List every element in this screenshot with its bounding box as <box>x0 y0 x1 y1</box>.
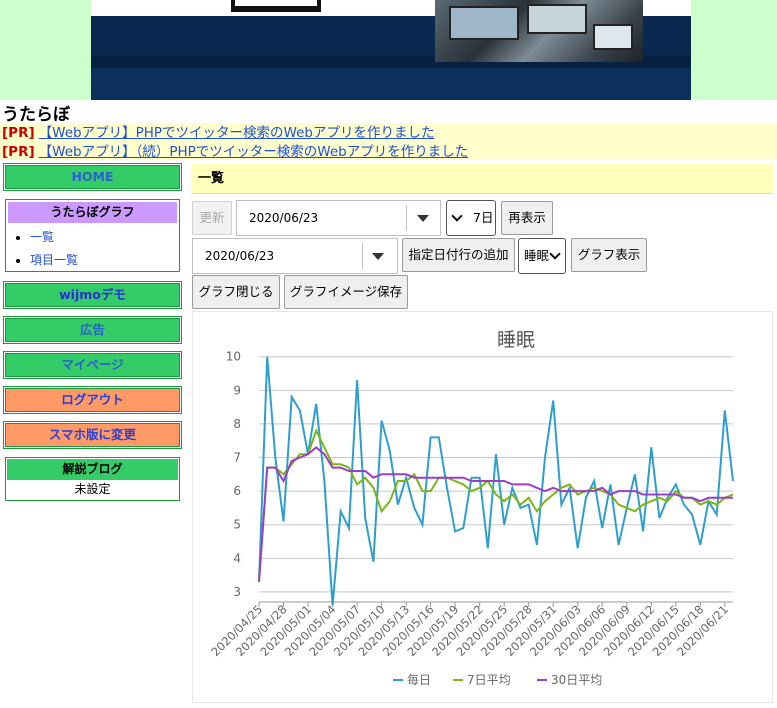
refresh-button[interactable]: 更新 <box>192 201 232 235</box>
legend-label: 30日平均 <box>551 673 602 687</box>
sidebar-mypage-button[interactable]: マイページ <box>3 351 182 379</box>
y-tick-label: 7 <box>233 451 241 465</box>
chevron-down-icon[interactable] <box>372 253 384 260</box>
show-graph-button[interactable]: グラフ表示 <box>571 238 647 272</box>
range-select[interactable]: 7日 <box>446 200 496 236</box>
banner-image[interactable] <box>91 0 691 100</box>
sidebar-item-item-list[interactable]: 項目一覧 <box>30 253 78 267</box>
chevron-down-icon <box>549 248 561 260</box>
chevron-down-icon <box>451 210 463 222</box>
y-tick-label: 9 <box>233 383 241 397</box>
page-title: 一覧 <box>191 164 773 194</box>
add-row-button[interactable]: 指定日付行の追加 <box>402 238 515 272</box>
sidebar-graph-box: うたらぼグラフ 一覧 項目一覧 <box>5 199 180 272</box>
legend-label: 7日平均 <box>467 673 511 687</box>
date-picker-2-value: 2020/06/23 <box>205 249 275 263</box>
sidebar-home-button[interactable]: HOME <box>3 163 182 191</box>
y-tick-label: 10 <box>226 350 241 364</box>
chart-panel: 睡眠 3 4 5 6 7 8 9 10 2020/04/25 2020/04/28 2020/05/0… <box>192 311 773 703</box>
pr-link[interactable]: 【Webアプリ】（続）PHPでツイッター検索のWebアプリを作りました <box>39 144 469 160</box>
sleep-chart: 睡眠3456789102020/04/252020/04/282020/05/0… <box>208 329 734 687</box>
item-select[interactable]: 睡眠 <box>518 238 566 274</box>
item-select-value: 睡眠 <box>524 248 550 263</box>
pr-tag: [PR] <box>2 144 35 160</box>
date-picker-2[interactable]: 2020/06/23 <box>192 238 398 274</box>
sidebar-wijmo-button[interactable]: wijmoデモ <box>3 281 182 309</box>
date-picker-1-value: 2020/06/23 <box>249 211 319 225</box>
y-tick-label: 8 <box>233 417 241 431</box>
banner-logo-graphic <box>231 0 321 12</box>
pr-area: [PR] 【Webアプリ】PHPでツイッター検索のWebアプリを作りました [PR… <box>0 123 777 160</box>
sidebar-logout-button[interactable]: ログアウト <box>3 386 182 414</box>
sidebar-graph-box-title: うたらぼグラフ <box>8 202 177 223</box>
pr-tag: [PR] <box>2 125 35 141</box>
date-picker-1[interactable]: 2020/06/23 <box>236 200 441 236</box>
sidebar-blog-box-title: 解説ブログ <box>7 459 178 480</box>
pr-line: [PR] 【Webアプリ】（続）PHPでツイッター検索のWebアプリを作りました <box>2 143 468 161</box>
pr-link[interactable]: 【Webアプリ】PHPでツイッター検索のWebアプリを作りました <box>39 125 435 141</box>
sidebar-blog-value: 未設定 <box>74 482 111 496</box>
site-title: うたらぼ <box>2 105 70 125</box>
y-tick-label: 3 <box>233 585 241 599</box>
y-tick-label: 4 <box>233 551 241 565</box>
sidebar-item-list[interactable]: 一覧 <box>30 230 54 244</box>
close-graph-button[interactable]: グラフ閉じる <box>192 275 280 309</box>
y-tick-label: 5 <box>233 518 241 532</box>
save-graph-image-button[interactable]: グラフイメージ保存 <box>284 275 408 309</box>
sidebar-ads-button[interactable]: 広告 <box>3 316 182 344</box>
chevron-down-icon[interactable] <box>417 215 429 222</box>
y-tick-label: 6 <box>233 484 241 498</box>
chart-title: 睡眠 <box>497 329 535 351</box>
header-banner <box>0 0 777 100</box>
pr-line: [PR] 【Webアプリ】PHPでツイッター検索のWebアプリを作りました <box>2 124 434 142</box>
sidebar-blog-box: 解説ブログ 未設定 <box>5 457 180 501</box>
redisplay-button[interactable]: 再表示 <box>501 201 553 235</box>
legend-label: 毎日 <box>407 672 431 687</box>
banner-photo-monitors <box>435 0 643 62</box>
sidebar-smartphone-button[interactable]: スマホ版に変更 <box>3 421 182 449</box>
range-select-value: 7日 <box>473 210 494 225</box>
